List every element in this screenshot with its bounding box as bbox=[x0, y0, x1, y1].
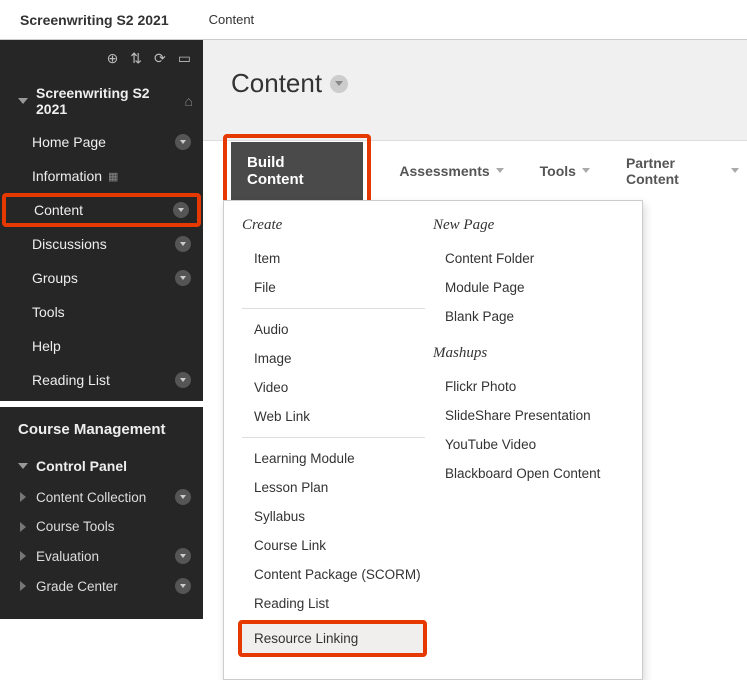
course-management-heading: Course Management bbox=[0, 407, 203, 450]
chevron-down-circle-icon[interactable] bbox=[175, 134, 191, 150]
chevron-down-circle-icon[interactable] bbox=[175, 270, 191, 286]
sidebar: ⊕ ⇅ ⟳ ▭ Screenwriting S2 2021 ⌂ Home Pag… bbox=[0, 40, 203, 619]
dropdown-separator bbox=[242, 308, 425, 309]
chevron-down-icon bbox=[731, 168, 739, 173]
breadcrumb-course[interactable]: Screenwriting S2 2021 bbox=[20, 12, 169, 28]
page-title-row: Content bbox=[231, 68, 719, 99]
cp-item-grade-center[interactable]: Grade Center bbox=[0, 571, 203, 601]
chevron-right-icon bbox=[20, 492, 26, 502]
tab-label: Partner Content bbox=[626, 155, 725, 187]
tab-label: Assessments bbox=[399, 163, 489, 179]
control-panel-heading: Control Panel bbox=[36, 458, 127, 474]
up-down-arrows-icon[interactable]: ⇅ bbox=[130, 50, 142, 67]
sidebar-course-title-row[interactable]: Screenwriting S2 2021 ⌂ bbox=[0, 77, 203, 125]
tab-partner-content[interactable]: Partner Content bbox=[618, 145, 747, 197]
sidebar-course-title: Screenwriting S2 2021 bbox=[36, 85, 185, 117]
sidebar-item-tools[interactable]: Tools bbox=[0, 295, 203, 329]
chevron-down-circle-icon[interactable] bbox=[175, 236, 191, 252]
sidebar-toolbar: ⊕ ⇅ ⟳ ▭ bbox=[0, 40, 203, 73]
dd-item-youtube-video[interactable]: YouTube Video bbox=[433, 430, 624, 459]
sidebar-item-label: Information bbox=[32, 168, 102, 184]
sidebar-item-help[interactable]: Help bbox=[0, 329, 203, 363]
dd-item-reading-list[interactable]: Reading List bbox=[242, 589, 433, 618]
sidebar-item-label: Help bbox=[32, 338, 61, 354]
chevron-right-icon bbox=[20, 522, 26, 532]
dropdown-heading-mashups: Mashups bbox=[433, 341, 624, 372]
tab-build-content-highlight: Build Content bbox=[223, 134, 371, 208]
dd-item-lesson-plan[interactable]: Lesson Plan bbox=[242, 473, 433, 502]
sidebar-item-groups[interactable]: Groups bbox=[0, 261, 203, 295]
dd-item-learning-module[interactable]: Learning Module bbox=[242, 444, 433, 473]
chevron-down-circle-icon[interactable] bbox=[175, 372, 191, 388]
sidebar-item-content[interactable]: Content bbox=[2, 193, 201, 227]
cp-item-course-tools[interactable]: Course Tools bbox=[0, 512, 203, 541]
home-icon[interactable]: ⌂ bbox=[185, 93, 193, 109]
dd-item-blank-page[interactable]: Blank Page bbox=[433, 302, 624, 331]
dd-item-content-folder[interactable]: Content Folder bbox=[433, 244, 624, 273]
breadcrumb-content[interactable]: Content bbox=[209, 12, 255, 27]
dd-item-module-page[interactable]: Module Page bbox=[433, 273, 624, 302]
dd-item-syllabus[interactable]: Syllabus bbox=[242, 502, 433, 531]
control-panel-row[interactable]: Control Panel bbox=[0, 450, 203, 482]
sidebar-item-label: Reading List bbox=[32, 372, 110, 388]
plus-circle-icon[interactable]: ⊕ bbox=[107, 50, 119, 67]
cp-item-evaluation[interactable]: Evaluation bbox=[0, 541, 203, 571]
top-bar: Screenwriting S2 2021 Content bbox=[0, 0, 747, 40]
sidebar-item-information[interactable]: Information ▦ bbox=[0, 159, 203, 193]
chevron-down-icon bbox=[18, 463, 28, 469]
chevron-down-circle-icon[interactable] bbox=[330, 75, 348, 93]
chevron-down-icon bbox=[18, 98, 28, 104]
chevron-down-icon bbox=[582, 168, 590, 173]
sidebar-item-label: Tools bbox=[32, 304, 65, 320]
dd-item-image[interactable]: Image bbox=[242, 344, 433, 373]
sidebar-item-label: Groups bbox=[32, 270, 78, 286]
dropdown-heading-new-page: New Page bbox=[433, 213, 624, 244]
dd-item-content-package-scorm[interactable]: Content Package (SCORM) bbox=[242, 560, 433, 589]
tab-tools[interactable]: Tools bbox=[532, 153, 598, 189]
chevron-down-circle-icon[interactable] bbox=[175, 548, 191, 564]
sidebar-item-home-page[interactable]: Home Page bbox=[0, 125, 203, 159]
dd-item-flickr-photo[interactable]: Flickr Photo bbox=[433, 372, 624, 401]
dd-item-audio[interactable]: Audio bbox=[242, 315, 433, 344]
cp-item-label: Grade Center bbox=[36, 579, 118, 594]
cp-item-content-collection[interactable]: Content Collection bbox=[0, 482, 203, 512]
dd-item-blackboard-open-content[interactable]: Blackboard Open Content bbox=[433, 459, 624, 488]
chevron-right-icon bbox=[20, 581, 26, 591]
folder-icon[interactable]: ▭ bbox=[178, 50, 191, 67]
dd-item-resource-linking-highlight: Resource Linking bbox=[238, 620, 427, 657]
tab-label: Tools bbox=[540, 163, 576, 179]
chevron-right-icon bbox=[20, 551, 26, 561]
page-title: Content bbox=[231, 68, 322, 99]
chevron-down-circle-icon[interactable] bbox=[175, 578, 191, 594]
main-content: Content Build Content Assessments Tools … bbox=[203, 40, 747, 619]
sidebar-item-label: Home Page bbox=[32, 134, 106, 150]
chevron-down-circle-icon[interactable] bbox=[173, 202, 189, 218]
cp-item-label: Content Collection bbox=[36, 490, 146, 505]
tab-label: Build Content bbox=[247, 154, 337, 188]
cp-item-label: Evaluation bbox=[36, 549, 99, 564]
grid-icon: ▦ bbox=[108, 170, 118, 183]
content-tabs: Build Content Assessments Tools Partner … bbox=[203, 140, 747, 200]
refresh-icon[interactable]: ⟳ bbox=[154, 50, 166, 67]
sidebar-item-reading-list[interactable]: Reading List bbox=[0, 363, 203, 397]
chevron-down-icon bbox=[496, 168, 504, 173]
cp-item-label: Course Tools bbox=[36, 519, 115, 534]
tab-build-content[interactable]: Build Content bbox=[231, 142, 363, 200]
sidebar-item-discussions[interactable]: Discussions bbox=[0, 227, 203, 261]
dd-item-item[interactable]: Item bbox=[242, 244, 433, 273]
sidebar-item-label: Discussions bbox=[32, 236, 107, 252]
sidebar-item-label: Content bbox=[34, 202, 83, 218]
dd-item-slideshare-presentation[interactable]: SlideShare Presentation bbox=[433, 401, 624, 430]
tab-assessments[interactable]: Assessments bbox=[391, 153, 511, 189]
dd-item-video[interactable]: Video bbox=[242, 373, 433, 402]
chevron-down-circle-icon[interactable] bbox=[175, 489, 191, 505]
dd-item-course-link[interactable]: Course Link bbox=[242, 531, 433, 560]
dropdown-heading-create: Create bbox=[242, 213, 433, 244]
dropdown-separator bbox=[242, 437, 425, 438]
dd-item-resource-linking[interactable]: Resource Linking bbox=[242, 624, 423, 653]
dd-item-web-link[interactable]: Web Link bbox=[242, 402, 433, 431]
build-content-dropdown: Create Item File Audio Image Video Web L… bbox=[223, 200, 643, 680]
dd-item-file[interactable]: File bbox=[242, 273, 433, 302]
